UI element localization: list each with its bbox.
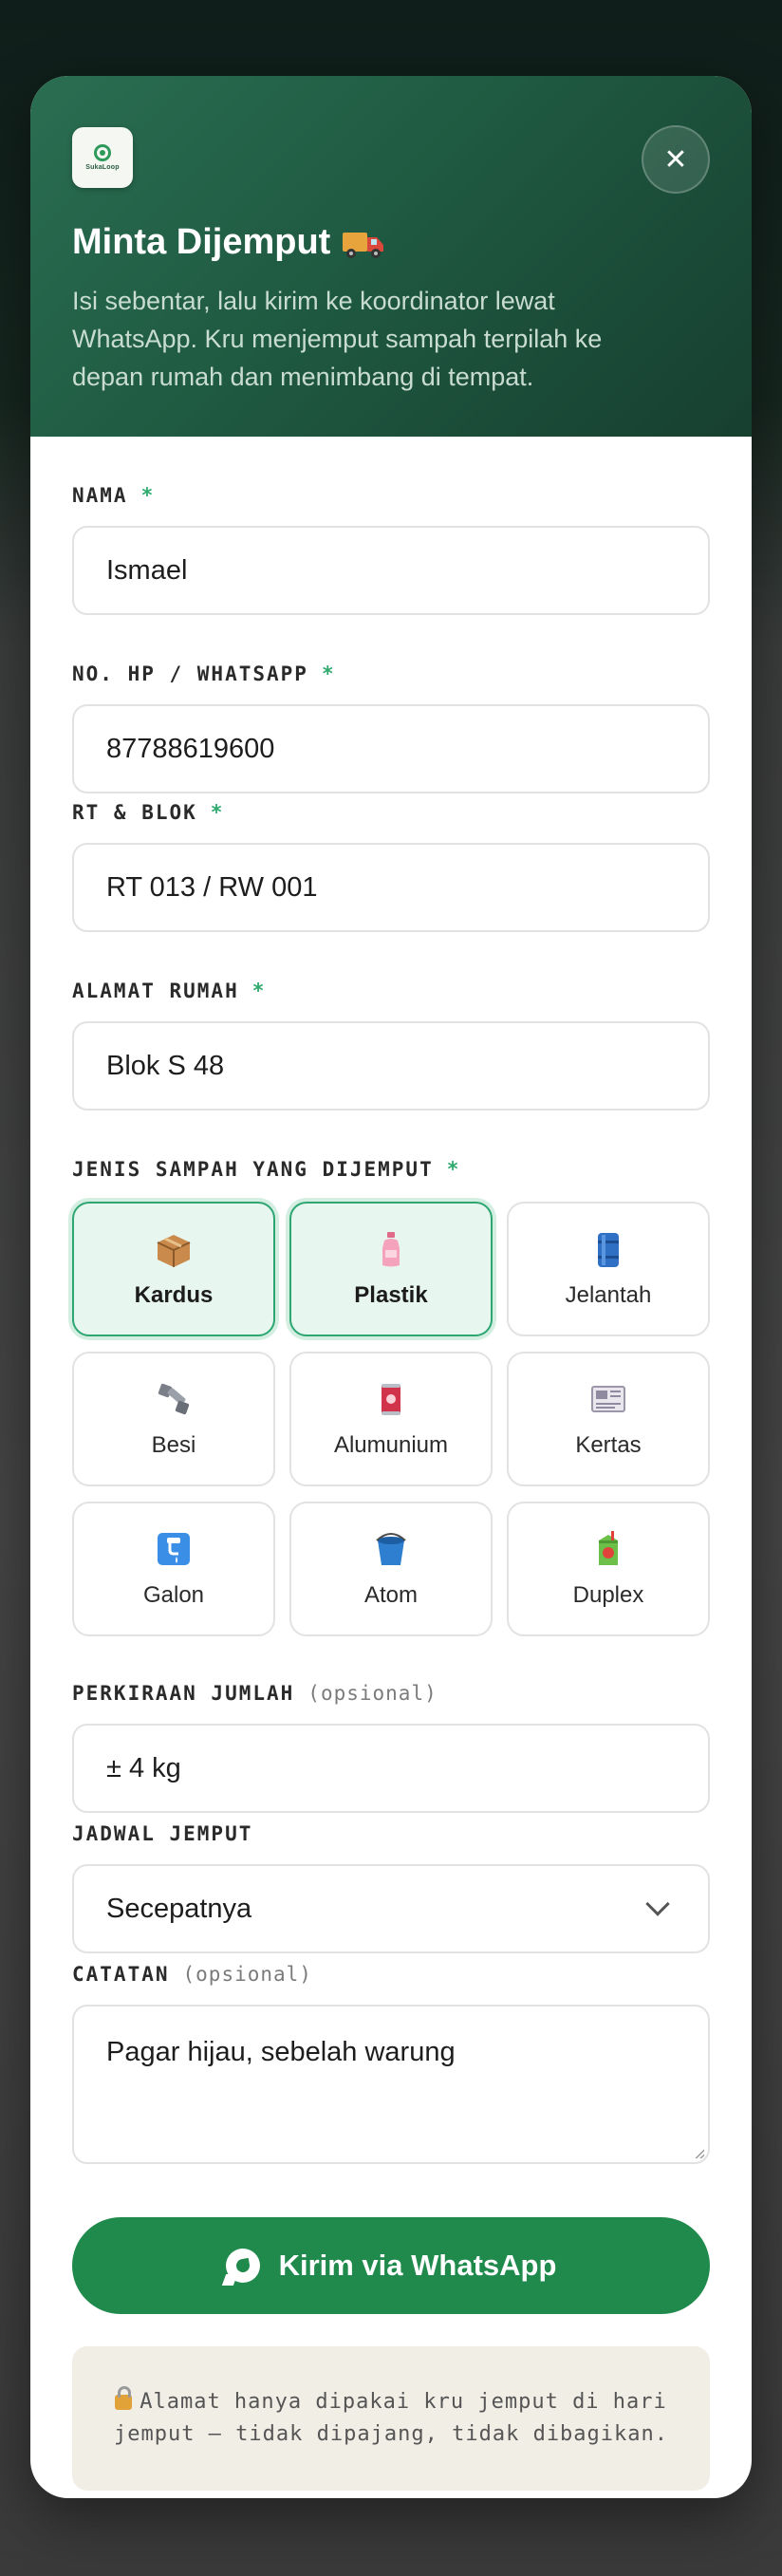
phone-label: NO. HP / WHATSAPP * (72, 663, 710, 685)
plastic-bottle-icon (382, 1232, 400, 1267)
waste-tile-jelantah[interactable]: Jelantah (507, 1202, 710, 1336)
phone-label-text: NO. HP / WHATSAPP (72, 663, 308, 685)
tile-label: Kardus (134, 1282, 214, 1308)
required-marker: * (140, 484, 156, 507)
field-phone: NO. HP / WHATSAPP * 87788619600 (72, 663, 710, 801)
can-icon (382, 1384, 400, 1415)
water-jug-icon (158, 1533, 190, 1565)
required-marker: * (321, 663, 336, 685)
phone-input[interactable]: 87788619600 (72, 704, 710, 793)
waste-types-label-text: JENIS SAMPAH YANG DIJEMPUT (72, 1158, 434, 1181)
close-button[interactable]: ✕ (642, 125, 710, 194)
amount-label: PERKIRAAN JUMLAH (opsional) (72, 1682, 710, 1705)
field-name: NAMA * Ismael (72, 484, 710, 663)
address-input[interactable]: Blok S 48 (72, 1021, 710, 1111)
name-label: NAMA * (72, 484, 710, 507)
field-rt: RT & BLOK * RT 013 / RW 001 (72, 801, 710, 980)
tile-label: Kertas (575, 1432, 642, 1458)
oil-barrel-icon (598, 1233, 619, 1267)
notes-textarea[interactable]: Pagar hijau, sebelah warung (72, 2005, 710, 2164)
amount-label-text: PERKIRAAN JUMLAH (72, 1682, 295, 1705)
rt-input[interactable]: RT 013 / RW 001 (72, 843, 710, 932)
newspaper-icon (591, 1386, 625, 1412)
field-notes: CATATAN (opsional) Pagar hijau, sebelah … (72, 1963, 710, 2164)
waste-tile-plastik[interactable]: Plastik (289, 1202, 493, 1336)
name-input[interactable]: Ismael (72, 526, 710, 615)
amount-input[interactable]: ± 4 kg (72, 1724, 710, 1813)
notes-label: CATATAN (opsional) (72, 1963, 710, 1986)
address-label: ALAMAT RUMAH * (72, 980, 710, 1002)
truck-icon (343, 232, 384, 258)
rt-label-text: RT & BLOK (72, 801, 197, 824)
tile-label: Jelantah (565, 1282, 652, 1308)
tile-label: Atom (363, 1582, 418, 1608)
send-whatsapp-label: Kirim via WhatsApp (278, 2249, 557, 2282)
juice-box-icon (599, 1531, 618, 1565)
waste-type-grid: Kardus Plastik Jelantah Besi Alumunium K… (72, 1202, 710, 1636)
field-waste-types: JENIS SAMPAH YANG DIJEMPUT * Kardus Plas… (72, 1158, 710, 1682)
metal-bolt-icon (158, 1383, 190, 1415)
waste-tile-galon[interactable]: Galon (72, 1502, 275, 1636)
close-icon: ✕ (663, 143, 688, 176)
rt-label: RT & BLOK * (72, 801, 710, 824)
chevron-down-icon (645, 1892, 670, 1916)
waste-types-label: JENIS SAMPAH YANG DIJEMPUT * (72, 1158, 710, 1181)
tile-label: Galon (142, 1582, 205, 1608)
modal-header: SukaLoop ✕ Minta Dijemput Isi sebentar, … (30, 76, 752, 437)
modal-subtitle: Isi sebentar, lalu kirim ke koordinator … (72, 287, 603, 391)
field-amount: PERKIRAAN JUMLAH (opsional) ± 4 kg (72, 1682, 710, 1822)
tile-label: Alumunium (333, 1432, 449, 1458)
schedule-value: Secepatnya (106, 1893, 252, 1924)
required-marker: * (210, 801, 225, 824)
waste-tile-kardus[interactable]: Kardus (72, 1202, 275, 1336)
privacy-note-text: Alamat hanya dipakai kru jemput di hari … (113, 2390, 669, 2446)
tile-label: Besi (151, 1432, 196, 1458)
schedule-label-text: JADWAL JEMPUT (72, 1822, 253, 1845)
schedule-select[interactable]: Secepatnya (72, 1864, 710, 1953)
box-icon (157, 1235, 191, 1267)
title-text: Minta Dijemput (72, 222, 331, 262)
optional-marker: (opsional) (182, 1963, 312, 1986)
field-schedule: JADWAL JEMPUT Secepatnya (72, 1822, 710, 1963)
required-marker: * (446, 1158, 461, 1181)
pickup-form: NAMA * Ismael NO. HP / WHATSAPP * 877886… (30, 437, 752, 2491)
modal-title: Minta Dijemput (72, 222, 710, 263)
privacy-note: Alamat hanya dipakai kru jemput di hari … (72, 2346, 710, 2491)
logo-text: SukaLoop (85, 164, 120, 171)
name-label-text: NAMA (72, 484, 128, 507)
app-logo: SukaLoop (72, 127, 133, 188)
pickup-request-modal: SukaLoop ✕ Minta Dijemput Isi sebentar, … (30, 76, 752, 2498)
field-address: ALAMAT RUMAH * Blok S 48 (72, 980, 710, 1158)
tile-label: Plastik (354, 1282, 428, 1308)
schedule-label: JADWAL JEMPUT (72, 1822, 710, 1845)
address-label-text: ALAMAT RUMAH (72, 980, 239, 1002)
waste-tile-besi[interactable]: Besi (72, 1352, 275, 1486)
send-whatsapp-button[interactable]: Kirim via WhatsApp (72, 2217, 710, 2314)
optional-marker: (opsional) (307, 1682, 438, 1705)
waste-tile-duplex[interactable]: Duplex (507, 1502, 710, 1636)
waste-tile-kertas[interactable]: Kertas (507, 1352, 710, 1486)
tile-label: Duplex (572, 1582, 644, 1608)
logo-mark-icon (94, 144, 111, 161)
waste-tile-alumunium[interactable]: Alumunium (289, 1352, 493, 1486)
whatsapp-icon (225, 2249, 260, 2283)
bucket-icon (376, 1533, 406, 1565)
required-marker: * (251, 980, 267, 1002)
notes-label-text: CATATAN (72, 1963, 170, 1986)
waste-tile-atom[interactable]: Atom (289, 1502, 493, 1636)
lock-icon (115, 2386, 133, 2410)
